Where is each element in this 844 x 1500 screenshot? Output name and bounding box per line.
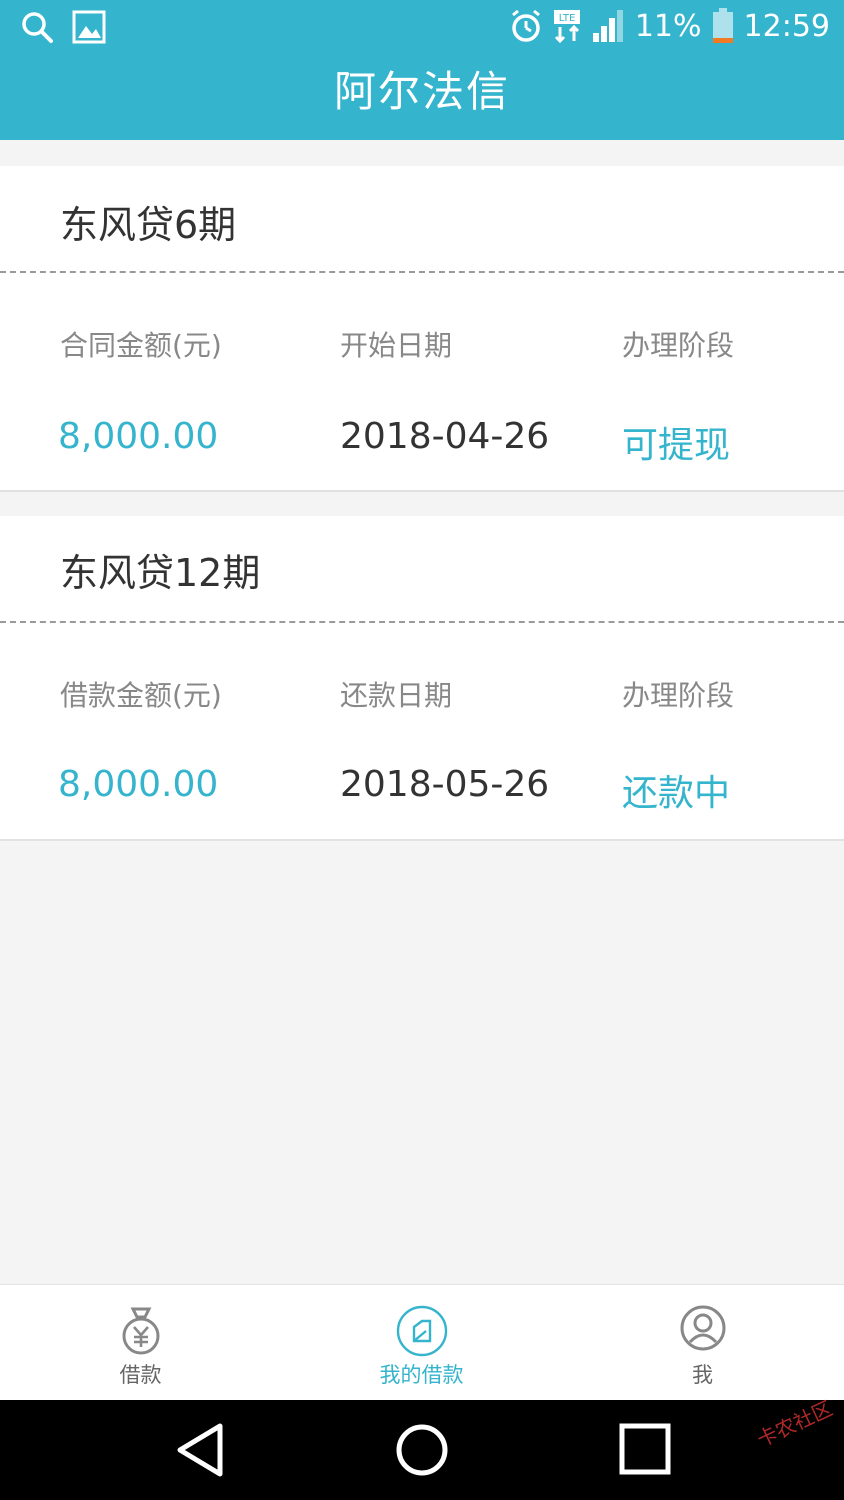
date-label: 还款日期 bbox=[340, 679, 453, 712]
gallery-icon bbox=[72, 10, 106, 44]
battery-percent: 11% bbox=[634, 8, 702, 44]
divider bbox=[0, 271, 844, 273]
tab-label: 我的借款 bbox=[379, 1363, 464, 1387]
home-icon[interactable] bbox=[394, 1420, 450, 1484]
loan-amount: 8,000.00 bbox=[58, 416, 219, 457]
bottom-tab-bar: 借款 我的借款 我 bbox=[0, 1284, 844, 1401]
amount-label: 合同金额(元) bbox=[60, 329, 222, 362]
tab-my-loans[interactable]: 我的借款 bbox=[281, 1285, 562, 1401]
amount-label: 借款金额(元) bbox=[60, 679, 222, 712]
back-icon[interactable] bbox=[172, 1420, 228, 1484]
status-bar: LTE 11% 12:59 bbox=[0, 0, 844, 58]
page-title: 阿尔法信 bbox=[333, 67, 510, 116]
user-icon bbox=[680, 1305, 726, 1355]
tab-label: 我 bbox=[692, 1363, 713, 1387]
search-icon bbox=[20, 10, 54, 44]
alarm-icon bbox=[509, 9, 543, 43]
loan-amount: 8,000.00 bbox=[58, 764, 219, 805]
document-icon bbox=[396, 1305, 448, 1361]
lte-icon: LTE bbox=[553, 9, 581, 43]
system-nav-bar bbox=[0, 1400, 844, 1500]
tab-label: 借款 bbox=[119, 1363, 162, 1387]
battery-icon bbox=[712, 8, 734, 44]
tab-loan[interactable]: 借款 bbox=[0, 1285, 281, 1401]
loan-stage: 可提现 bbox=[622, 425, 731, 466]
signal-icon bbox=[591, 9, 625, 43]
loan-name: 东风贷6期 bbox=[60, 203, 237, 247]
stage-label: 办理阶段 bbox=[622, 329, 735, 362]
stage-label: 办理阶段 bbox=[622, 679, 735, 712]
loan-name: 东风贷12期 bbox=[60, 551, 261, 595]
loan-date: 2018-04-26 bbox=[340, 416, 550, 457]
money-bag-icon bbox=[119, 1305, 163, 1359]
recents-icon[interactable] bbox=[618, 1420, 674, 1484]
loan-card[interactable]: 东风贷6期 合同金额(元) 开始日期 办理阶段 8,000.00 2018-04… bbox=[0, 166, 844, 492]
divider bbox=[0, 621, 844, 623]
loan-stage: 还款中 bbox=[622, 773, 731, 814]
svg-text:LTE: LTE bbox=[559, 13, 576, 24]
clock: 12:59 bbox=[743, 8, 830, 44]
tab-me[interactable]: 我 bbox=[562, 1285, 843, 1401]
loan-date: 2018-05-26 bbox=[340, 764, 550, 805]
app-header: LTE 11% 12:59 阿尔法信 bbox=[0, 0, 844, 140]
date-label: 开始日期 bbox=[340, 329, 453, 362]
loan-card[interactable]: 东风贷12期 借款金额(元) 还款日期 办理阶段 8,000.00 2018-0… bbox=[0, 516, 844, 841]
